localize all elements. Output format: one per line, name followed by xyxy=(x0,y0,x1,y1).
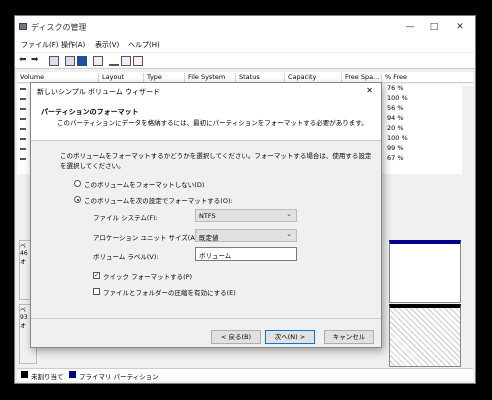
menu-action[interactable]: 操作(A) xyxy=(61,40,85,50)
menu-file[interactable]: ファイル(F) xyxy=(21,40,59,50)
help-icon[interactable] xyxy=(77,56,87,66)
col-percent-free[interactable]: % Free xyxy=(382,73,432,83)
pct-free-cell: 100 % xyxy=(387,94,408,102)
filesystem-value: NTFS xyxy=(199,212,216,220)
no-format-label[interactable]: このボリュームをフォーマットしない(D) xyxy=(84,179,204,189)
wizard-title-bar: 新しいシンプル ボリューム ウィザード ✕ xyxy=(31,83,381,100)
pct-free-cell: 56 % xyxy=(387,104,404,112)
window-title: ディスクの管理 xyxy=(31,23,87,32)
wizard-close-button[interactable]: ✕ xyxy=(366,86,373,95)
volume-row-icon xyxy=(20,128,26,130)
disk-management-icon xyxy=(19,23,27,30)
pct-free-cell: 67 % xyxy=(387,154,404,162)
forward-arrow-icon[interactable]: ➡ xyxy=(31,56,41,66)
cancel-button[interactable]: キャンセル xyxy=(324,330,374,344)
compression-label[interactable]: ファイルとフォルダーの圧縮を有効にする(E) xyxy=(103,287,236,297)
volume-row-icon xyxy=(20,88,26,90)
primary-swatch xyxy=(69,371,76,378)
pct-free-cell: 20 % xyxy=(387,124,404,132)
new-simple-volume-wizard: 新しいシンプル ボリューム ウィザード ✕ パーティションのフォーマット このパ… xyxy=(30,82,382,348)
volume-label-value: ボリューム xyxy=(199,252,232,260)
disk-1-unallocated[interactable] xyxy=(389,304,461,367)
volume-row-icon xyxy=(20,148,26,150)
allocation-unit-label: アロケーション ユニット サイズ(A): xyxy=(93,234,200,242)
volume-row-icon xyxy=(20,98,26,100)
volume-row-icon xyxy=(20,138,26,140)
wizard-separator xyxy=(31,318,381,319)
wizard-title: 新しいシンプル ボリューム ウィザード xyxy=(37,88,161,96)
no-format-radio[interactable] xyxy=(74,180,81,187)
legend-unallocated: 未割り当て xyxy=(31,373,64,381)
quick-format-checkbox[interactable]: ✓ xyxy=(93,272,100,279)
back-button[interactable]: < 戻る(B) xyxy=(211,330,261,344)
pct-free-cell: 76 % xyxy=(387,84,404,92)
volume-row-icon xyxy=(20,108,26,110)
title-bar: ディスクの管理 — □ ✕ xyxy=(15,16,475,38)
compression-checkbox[interactable] xyxy=(93,288,100,295)
wizard-header: パーティションのフォーマット このパーティションにデータを格納するには、最初にパ… xyxy=(31,100,381,141)
chevron-down-icon: ⌄ xyxy=(286,210,292,218)
wizard-subheading: このパーティションにデータを格納するには、最初にパーティションをフォーマットする… xyxy=(57,119,368,127)
view-icon[interactable] xyxy=(93,56,103,66)
list-icon[interactable] xyxy=(133,56,143,66)
pct-free-cell: 99 % xyxy=(387,144,404,152)
toolbar: ⬅ ➡ xyxy=(15,53,475,69)
format-radio[interactable] xyxy=(74,196,81,203)
pct-free-cell: 100 % xyxy=(387,134,408,142)
disk-0-partition[interactable] xyxy=(389,240,461,303)
console-icon[interactable] xyxy=(49,56,59,66)
chevron-down-icon: ⌄ xyxy=(286,230,292,238)
filesystem-select[interactable]: NTFS ⌄ xyxy=(195,209,297,222)
properties-icon[interactable] xyxy=(65,56,75,66)
allocation-unit-select[interactable]: 既定値 ⌄ xyxy=(195,229,297,242)
wizard-description: このボリュームをフォーマットするかどうかを選択してください。フォーマットする場合… xyxy=(60,152,372,170)
format-label[interactable]: このボリュームを次の設定でフォーマットする(O): xyxy=(84,195,233,205)
allocation-unit-value: 既定値 xyxy=(199,234,219,242)
menu-bar: ファイル(F) 操作(A) 表示(V) ヘルプ(H) xyxy=(15,38,475,52)
menu-help[interactable]: ヘルプ(H) xyxy=(128,40,160,50)
filesystem-label: ファイル システム(F): xyxy=(93,214,158,222)
check-icon[interactable] xyxy=(121,56,131,66)
connect-icon[interactable] xyxy=(109,56,119,66)
wizard-heading: パーティションのフォーマット xyxy=(41,108,139,116)
unallocated-swatch xyxy=(21,371,28,378)
next-button[interactable]: 次へ(N) > xyxy=(265,330,315,344)
back-arrow-icon[interactable]: ⬅ xyxy=(19,56,29,66)
close-button[interactable]: ✕ xyxy=(453,22,467,32)
vertical-scrollbar[interactable] xyxy=(462,86,473,371)
legend: 未割り当て プライマリ パーティション xyxy=(17,368,473,381)
volume-row-icon xyxy=(20,158,26,160)
volume-label-label: ボリューム ラベル(V): xyxy=(93,253,159,261)
minimize-button[interactable]: — xyxy=(403,22,417,32)
legend-primary: プライマリ パーティション xyxy=(79,373,159,381)
menu-view[interactable]: 表示(V) xyxy=(95,40,119,50)
volume-label-input[interactable]: ボリューム xyxy=(195,247,297,261)
pct-free-cell: 94 % xyxy=(387,114,404,122)
maximize-button[interactable]: □ xyxy=(427,22,441,32)
volume-row-icon xyxy=(20,118,26,120)
quick-format-label[interactable]: クイック フォーマットする(P) xyxy=(103,271,192,281)
